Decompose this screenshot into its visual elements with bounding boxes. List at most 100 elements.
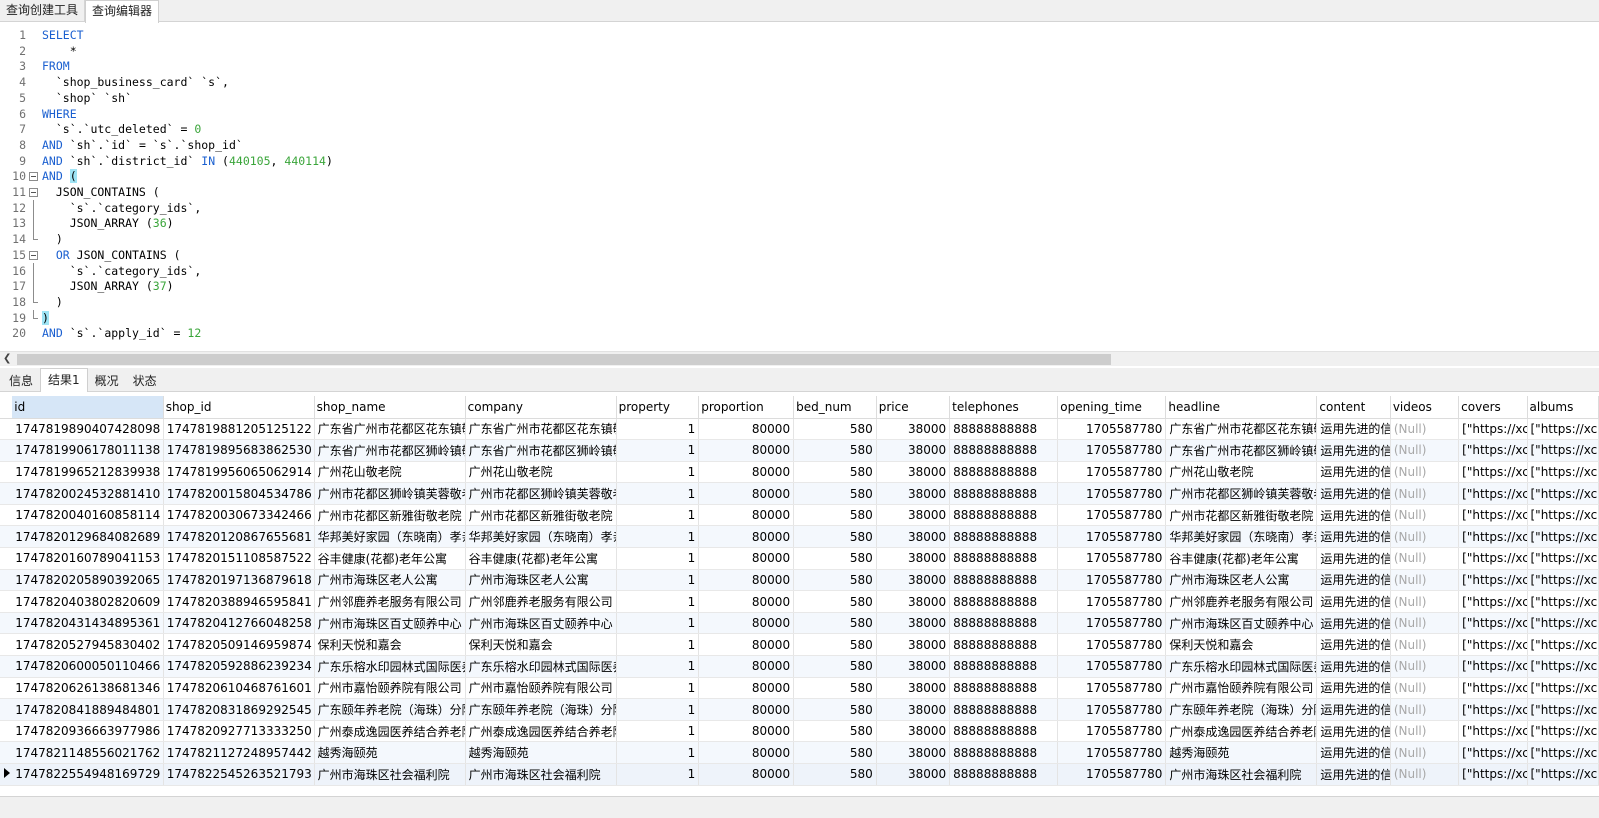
cell-videos[interactable]: (Null) [1390,418,1460,441]
cell-telephones[interactable]: 88888888888 [949,763,1059,786]
cell-videos[interactable]: (Null) [1390,633,1460,657]
cell-bed_num[interactable]: 580 [793,547,877,570]
cell-shop_name[interactable]: 广州市海珠区社会福利院 [314,763,466,786]
cell-id[interactable]: 1747822554948169729 [12,763,164,786]
cell-shop_name[interactable]: 广州市海珠区老人公寓 [314,569,466,592]
row-indicator[interactable] [0,763,13,786]
cell-telephones[interactable]: 88888888888 [949,655,1059,678]
cell-telephones[interactable]: 88888888888 [949,525,1059,549]
table-row[interactable]: 1747820431434895361 1747820412766048258 广州… [0,612,1599,635]
cell-opening_time[interactable]: 1705587780 [1057,569,1167,592]
cell-shop_id[interactable]: 1747820388946595841 [163,590,315,613]
column-header-covers[interactable]: covers [1458,396,1528,419]
cell-telephones[interactable]: 88888888888 [949,547,1059,570]
cell-shop_name[interactable]: 越秀海颐苑 [314,741,466,764]
row-indicator[interactable] [0,418,13,441]
cell-proportion[interactable]: 80000 [698,418,795,441]
cell-property[interactable]: 1 [616,418,700,441]
cell-shop_id[interactable]: 1747820030673342466 [163,504,315,527]
cell-property[interactable]: 1 [616,590,700,613]
cell-bed_num[interactable]: 580 [793,612,877,635]
cell-headline[interactable]: 谷丰健康(花都)老年公寓 [1165,547,1318,570]
cell-price[interactable]: 38000 [876,439,951,462]
cell-company[interactable]: 越秀海颐苑 [465,741,617,764]
cell-shop_id[interactable]: 1747820151108587522 [163,547,315,570]
cell-bed_num[interactable]: 580 [793,633,877,657]
cell-proportion[interactable]: 80000 [698,525,795,549]
cell-telephones[interactable]: 88888888888 [949,569,1059,592]
cell-shop_name[interactable]: 广州市嘉怡颐养院有限公司 [314,677,466,700]
row-indicator[interactable] [0,612,13,635]
cell-covers[interactable]: ["https://xcp [1458,741,1528,764]
cell-videos[interactable]: (Null) [1390,504,1460,527]
cell-videos[interactable]: (Null) [1390,698,1460,721]
cell-price[interactable]: 38000 [876,763,951,786]
cell-videos[interactable]: (Null) [1390,763,1460,786]
cell-company[interactable]: 广东省广州市花都区花东镇敬 [465,418,617,441]
table-row[interactable]: 1747820403802820609 1747820388946595841 广州… [0,590,1599,613]
cell-id[interactable]: 1747820160789041153 [12,547,164,570]
cell-bed_num[interactable]: 580 [793,418,877,441]
cell-company[interactable]: 广州市海珠区百丈颐养中心 [465,612,617,635]
cell-property[interactable]: 1 [616,720,700,743]
cell-opening_time[interactable]: 1705587780 [1057,677,1167,700]
cell-shop_name[interactable]: 广东省广州市花都区狮岭镇敬 [314,439,466,462]
cell-shop_id[interactable]: 1747819895683862530 [163,439,315,462]
result-grid[interactable]: id shop_id shop_name company property proport… [0,396,1599,788]
table-row[interactable]: 1747820160789041153 1747820151108587522 谷丰… [0,547,1599,570]
cell-property[interactable]: 1 [616,439,700,462]
cell-albums[interactable]: ["https://xcp [1527,418,1599,441]
cell-albums[interactable]: ["https://xcp [1527,547,1599,570]
cell-price[interactable]: 38000 [876,633,951,657]
cell-covers[interactable]: ["https://xcp [1458,655,1528,678]
cell-albums[interactable]: ["https://xcp [1527,569,1599,592]
table-row[interactable]: 1747819965212839938 1747819956065062914 广州… [0,461,1599,484]
cell-proportion[interactable]: 80000 [698,547,795,570]
cell-price[interactable]: 38000 [876,418,951,441]
row-indicator[interactable] [0,633,13,657]
cell-id[interactable]: 1747820403802820609 [12,590,164,613]
cell-property[interactable]: 1 [616,569,700,592]
column-header-shop_id[interactable]: shop_id [163,396,315,419]
cell-property[interactable]: 1 [616,504,700,527]
cell-opening_time[interactable]: 1705587780 [1057,741,1167,764]
row-indicator[interactable] [0,655,13,678]
cell-shop_name[interactable]: 广州花山敬老院 [314,461,466,484]
cell-company[interactable]: 广东省广州市花都区狮岭镇敬 [465,439,617,462]
cell-bed_num[interactable]: 580 [793,569,877,592]
tab-profile[interactable]: 概况 [88,368,126,392]
cell-id[interactable]: 1747820040160858114 [12,504,164,527]
cell-covers[interactable]: ["https://xcp [1458,418,1528,441]
cell-company[interactable]: 广州泰成逸园医养结合养老院 [465,720,617,743]
cell-shop_id[interactable]: 1747820831869292545 [163,698,315,721]
cell-headline[interactable]: 华邦美好家园（东晓南）孝亲 [1165,525,1318,549]
cell-shop_id[interactable]: 1747820197136879618 [163,569,315,592]
table-row[interactable]: 1747820626138681346 1747820610468761601 广州… [0,677,1599,700]
cell-albums[interactable]: ["https://xcp [1527,655,1599,678]
cell-shop_name[interactable]: 广东乐榕水印园林式国际医养 [314,655,466,678]
fold-toggle-icon[interactable] [29,168,38,184]
cell-content[interactable]: 运用先进的信 [1316,439,1391,462]
cell-opening_time[interactable]: 1705587780 [1057,698,1167,721]
cell-proportion[interactable]: 80000 [698,633,795,657]
cell-telephones[interactable]: 88888888888 [949,633,1059,657]
column-header-bed_num[interactable]: bed_num [793,396,877,419]
cell-price[interactable]: 38000 [876,547,951,570]
cell-bed_num[interactable]: 580 [793,698,877,721]
cell-company[interactable]: 广东颐年养老院（海珠）分院 [465,698,617,721]
table-row[interactable]: 1747820936663977986 1747820927713333250 广州… [0,720,1599,743]
fold-toggle-icon[interactable] [29,184,38,200]
row-indicator[interactable] [0,677,13,700]
cell-albums[interactable]: ["https://xcp [1527,677,1599,700]
cell-content[interactable]: 运用先进的信 [1316,741,1391,764]
row-indicator[interactable] [0,482,13,505]
cell-covers[interactable]: ["https://xcp [1458,720,1528,743]
cell-albums[interactable]: ["https://xcp [1527,741,1599,764]
cell-content[interactable]: 运用先进的信 [1316,569,1391,592]
cell-albums[interactable]: ["https://xcp [1527,482,1599,505]
cell-covers[interactable]: ["https://xcp [1458,612,1528,635]
cell-price[interactable]: 38000 [876,698,951,721]
cell-content[interactable]: 运用先进的信 [1316,418,1391,441]
cell-property[interactable]: 1 [616,633,700,657]
cell-telephones[interactable]: 88888888888 [949,612,1059,635]
